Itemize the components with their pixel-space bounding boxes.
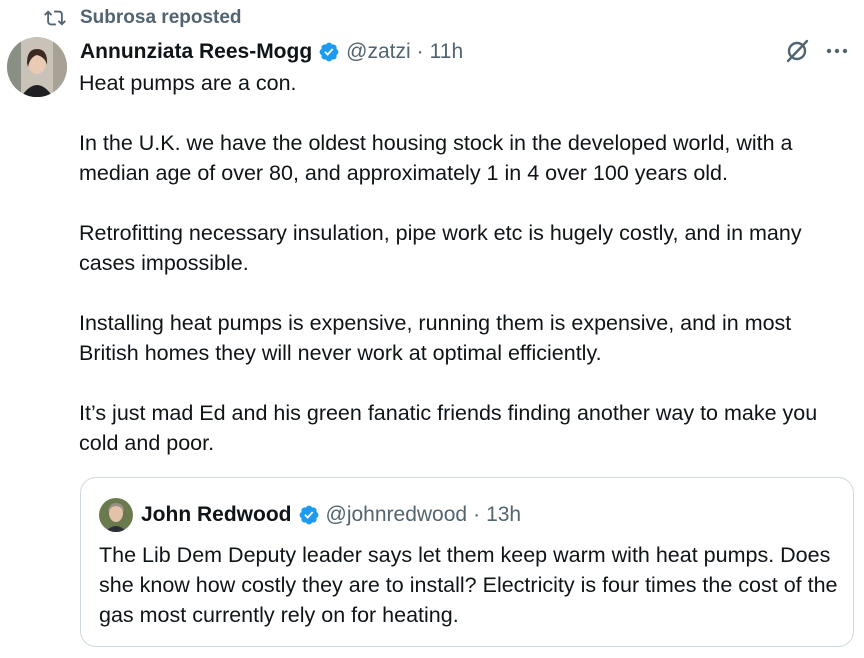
- tweet-paragraph: In the U.K. we have the oldest housing s…: [79, 131, 793, 185]
- verified-badge-icon: [319, 42, 339, 62]
- author-name[interactable]: Annunziata Rees-Mogg: [80, 40, 312, 64]
- separator-dot: ·: [416, 40, 424, 63]
- quoted-tweet[interactable]: John Redwood @johnredwood · 13h The Lib …: [80, 477, 854, 647]
- author-handle[interactable]: @zatzi: [346, 40, 411, 64]
- separator-dot: ·: [473, 503, 481, 526]
- tweet-paragraph: Retrofitting necessary insulation, pipe …: [79, 221, 802, 275]
- grok-icon[interactable]: [784, 38, 810, 64]
- quoted-tweet-header: John Redwood @johnredwood · 13h: [99, 498, 521, 532]
- more-icon[interactable]: [824, 38, 850, 64]
- tweet-paragraph: Installing heat pumps is expensive, runn…: [79, 311, 792, 365]
- tweet-paragraph: It’s just mad Ed and his green fanatic f…: [79, 401, 818, 455]
- quoted-author-name[interactable]: John Redwood: [141, 503, 292, 527]
- repost-icon: [44, 10, 66, 26]
- repost-indicator[interactable]: Subrosa reposted: [44, 6, 242, 30]
- verified-badge-icon: [299, 505, 318, 525]
- quoted-author-avatar[interactable]: [99, 498, 133, 532]
- tweet-actions-top: [784, 38, 850, 64]
- repost-label: Subrosa reposted: [80, 7, 242, 28]
- tweet-header: Annunziata Rees-Mogg @zatzi · 11h: [80, 37, 463, 67]
- tweet-body: Heat pumps are a con. In the U.K. we hav…: [79, 68, 854, 458]
- tweet-paragraph: Heat pumps are a con.: [79, 71, 297, 95]
- quoted-author-handle[interactable]: @johnredwood: [326, 503, 468, 527]
- tweet-timestamp[interactable]: 11h: [430, 40, 463, 64]
- quoted-tweet-timestamp[interactable]: 13h: [486, 503, 521, 527]
- quoted-tweet-body: The Lib Dem Deputy leader says let them …: [99, 543, 838, 627]
- author-avatar[interactable]: [7, 37, 67, 97]
